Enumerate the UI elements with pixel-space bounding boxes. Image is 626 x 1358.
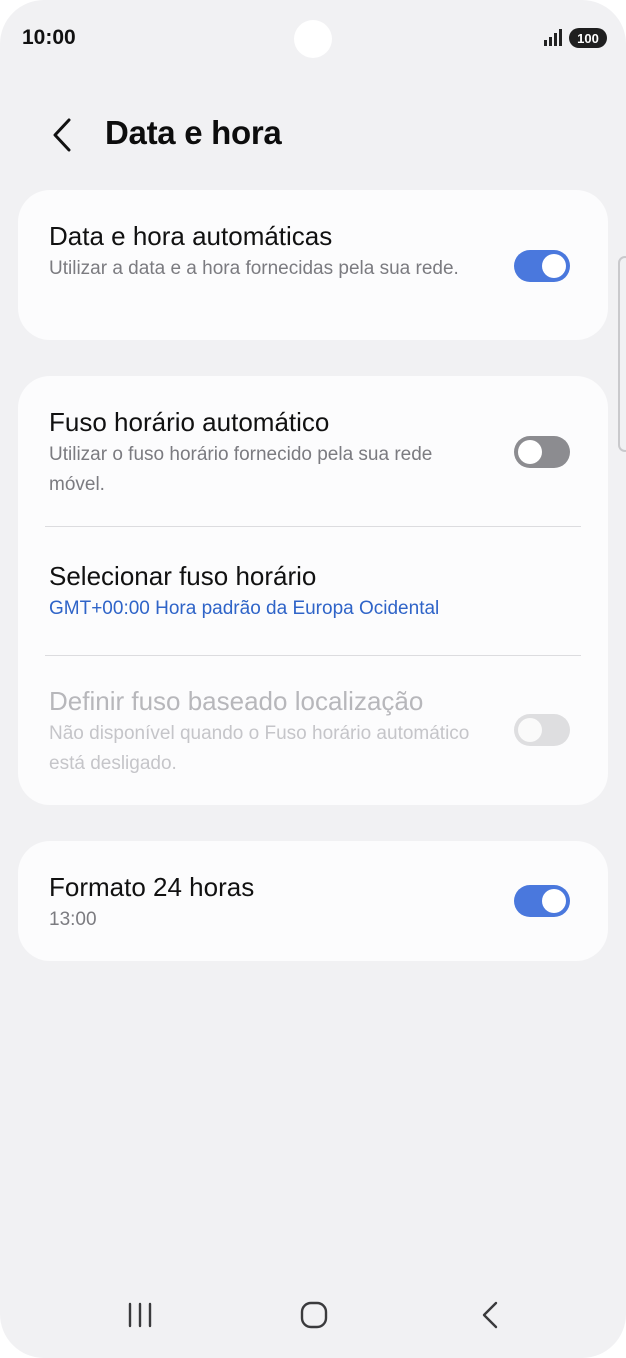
setting-24h-format[interactable]: Formato 24 horas 13:00 bbox=[49, 871, 577, 935]
divider bbox=[45, 526, 581, 527]
back-button[interactable] bbox=[42, 112, 82, 158]
phone-screen: 10:00 100 Data e hora Data e hora automá… bbox=[0, 0, 626, 1358]
chevron-left-icon bbox=[53, 118, 71, 152]
setting-auto-datetime[interactable]: Data e hora automáticas Utilizar a data … bbox=[49, 220, 577, 284]
toggle-knob bbox=[518, 440, 542, 464]
setting-subtitle: Utilizar o fuso horário fornecido pela s… bbox=[49, 444, 433, 495]
setting-select-timezone[interactable]: Selecionar fuso horário GMT+00:00 Hora p… bbox=[49, 560, 577, 624]
divider bbox=[45, 655, 581, 656]
toggle-knob bbox=[542, 254, 566, 278]
nav-back-button[interactable] bbox=[466, 1290, 514, 1340]
camera-cutout bbox=[294, 20, 332, 58]
setting-title: Data e hora automáticas bbox=[49, 221, 333, 251]
setting-title: Selecionar fuso horário bbox=[49, 561, 317, 591]
setting-auto-timezone[interactable]: Fuso horário automático Utilizar o fuso … bbox=[49, 406, 577, 500]
recents-icon bbox=[128, 1302, 152, 1328]
setting-title: Formato 24 horas bbox=[49, 872, 255, 902]
signal-bars-icon bbox=[544, 29, 562, 46]
setting-title: Definir fuso baseado localização bbox=[49, 686, 424, 716]
home-icon bbox=[300, 1301, 328, 1329]
card-timezone: Fuso horário automático Utilizar o fuso … bbox=[18, 376, 608, 805]
selected-timezone-value: GMT+00:00 Hora padrão da Europa Ocidenta… bbox=[49, 598, 440, 619]
setting-subtitle: 13:00 bbox=[49, 909, 97, 930]
page-title: Data e hora bbox=[105, 114, 282, 151]
edge-panel-handle[interactable] bbox=[618, 256, 626, 452]
battery-indicator: 100 bbox=[569, 28, 607, 48]
card-24h-format: Formato 24 horas 13:00 bbox=[18, 841, 608, 961]
location-timezone-toggle bbox=[514, 714, 570, 746]
nav-home-button[interactable] bbox=[290, 1290, 338, 1340]
nav-recents-button[interactable] bbox=[116, 1290, 164, 1340]
toggle-knob bbox=[542, 889, 566, 913]
back-icon bbox=[482, 1301, 498, 1329]
setting-title: Fuso horário automático bbox=[49, 407, 330, 437]
auto-timezone-toggle[interactable] bbox=[514, 436, 570, 468]
card-auto-datetime: Data e hora automáticas Utilizar a data … bbox=[18, 190, 608, 340]
toggle-knob bbox=[518, 718, 542, 742]
auto-datetime-toggle[interactable] bbox=[514, 250, 570, 282]
setting-location-timezone: Definir fuso baseado localização Não dis… bbox=[49, 685, 577, 779]
status-time: 10:00 bbox=[22, 26, 76, 49]
setting-subtitle: Não disponível quando o Fuso horário aut… bbox=[49, 723, 470, 774]
setting-subtitle: Utilizar a data e a hora fornecidas pela… bbox=[49, 258, 459, 279]
format-24h-toggle[interactable] bbox=[514, 885, 570, 917]
